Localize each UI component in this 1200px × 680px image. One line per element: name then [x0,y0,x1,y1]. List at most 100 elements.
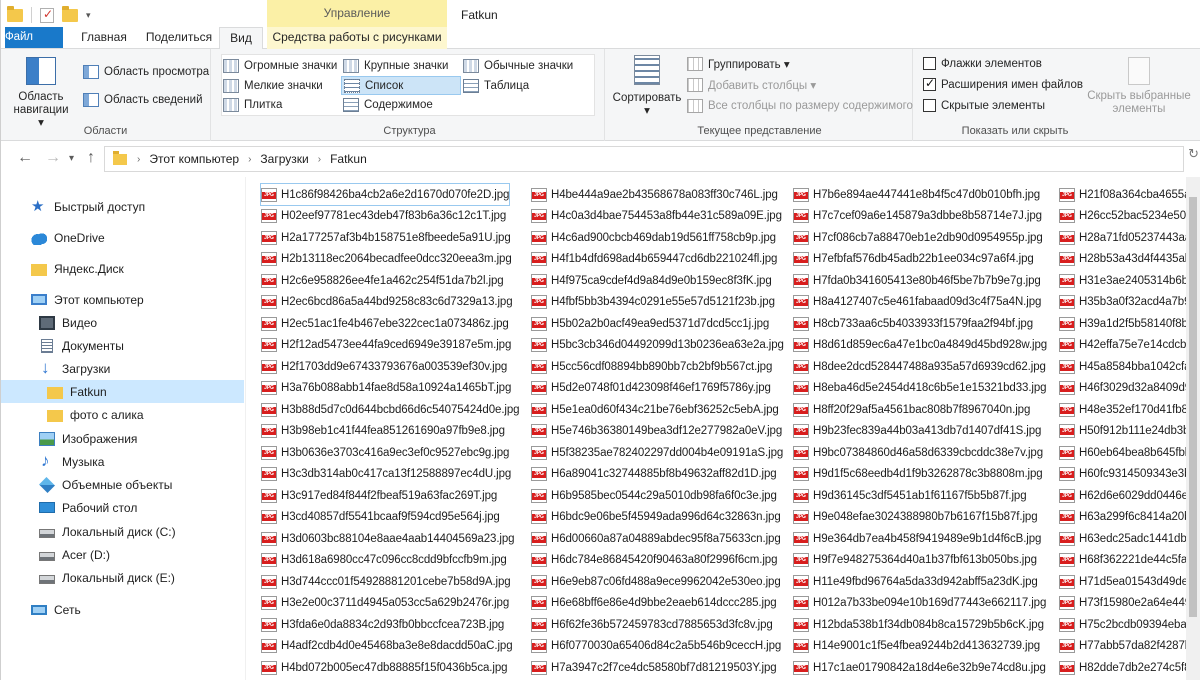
file-item[interactable]: H5cc56cdf08894bb890bb7cb2bf9b567ct.jpg [531,356,772,377]
file-item[interactable]: H6bdc9e06be5f45949ada996d64c32863n.jpg [531,507,781,528]
properties-icon[interactable] [40,7,54,23]
file-item[interactable]: H4be444a9ae2b43568678a083ff30c746L.jpg [531,184,778,205]
file-item[interactable]: H4adf2cdb4d0e45468ba3e8e8dacdd50aC.jpg [261,636,513,657]
add-columns-button[interactable]: Добавить столбцы ▾ [687,75,816,94]
file-item[interactable]: H39a1d2f5b58140f8ba3 [1059,313,1200,334]
file-item[interactable]: H9b23fec839a44b03a413db7d1407df41S.jpg [793,421,1041,442]
breadcrumb-downloads[interactable]: Загрузки [260,152,308,166]
file-item[interactable]: H63edc25adc1441db8el [1059,528,1200,549]
file-item[interactable]: H5d2e0748f01d423098f46ef1769f5786y.jpg [531,378,771,399]
customize-toolbar-icon[interactable]: ▾ [86,10,91,21]
sidebar-item-fatkun[interactable]: Fatkun [1,380,244,403]
file-item[interactable]: H5bc3cb346d04492099d13b0236ea63e2a.jpg [531,335,784,356]
file-item[interactable]: H3d744ccc01f54928881201cebe7b58d9A.jpg [261,571,511,592]
file-item[interactable]: H3cd40857df5541bcaaf9f594cd95e564j.jpg [261,507,500,528]
file-item[interactable]: H7a3947c2f7ce4dc58580bf7d81219503Y.jpg [531,657,777,678]
file-item[interactable]: H7c7cef09a6e145879a3dbbe8b58714e7J.jpg [793,206,1042,227]
file-item[interactable]: H8cb733aa6c5b4033933f1579faa2f94bf.jpg [793,313,1033,334]
tab-file[interactable]: Файл [5,27,63,48]
file-item[interactable]: H012a7b33be094e10b169d77443e662117.jpg [793,593,1046,614]
file-item[interactable]: H8dee2dcd528447488a935a57d6939cd62.jpg [793,356,1046,377]
sidebar-item-рабочий-стол[interactable]: Рабочий стол [1,496,244,519]
file-item[interactable]: H4fbf5bb3b4394c0291e55e57d5121f23b.jpg [531,292,775,313]
file-item[interactable]: H77abb57da82f4287b7e [1059,636,1200,657]
file-item[interactable]: H2f12ad5473ee44fa9ced6949e39187e5m.jpg [261,335,511,356]
file-item[interactable]: H7fda0b341605413e80b46f5be7b7b9e7g.jpg [793,270,1041,291]
file-item[interactable]: H5f38235ae782402297dd004b4e09191aS.jpg [531,442,783,463]
chevron-right-icon[interactable]: › [318,154,321,165]
file-item[interactable]: H3c917ed84f844f2fbeaf519a63fac269T.jpg [261,485,497,506]
file-item[interactable]: H9d1f5c68eedb4d1f9b3262878c3b8808m.jpg [793,464,1043,485]
file-item[interactable]: H02eef97781ec43deb47f83b6a36c12c1T.jpg [261,206,506,227]
file-item[interactable]: H71d5ea01543d49dea78 [1059,571,1200,592]
sidebar-item-этот-компьютер[interactable]: Этот компьютер [1,288,244,311]
hidden-items-toggle[interactable]: Скрытые элементы [923,96,1045,115]
file-item[interactable]: H60eb64bea8b645fbb8e [1059,442,1200,463]
file-item[interactable]: H17c1ae01790842a18d4e6e32b9e74cd8u.jpg [793,657,1046,678]
file-item[interactable]: H9e048efae3024388980b7b6167f15b87f.jpg [793,507,1038,528]
sidebar-item-фото-с-алика[interactable]: фото с алика [1,403,244,426]
file-item[interactable]: H3d618a6980cc47c096cc8cdd9bfccfb9m.jpg [261,550,507,571]
sidebar-item-яндекс-диск[interactable]: Яндекс.Диск [1,257,244,280]
file-item[interactable]: H82dde7db2e274c5f840 [1059,657,1200,678]
hidden-items-checkbox[interactable] [923,99,936,112]
file-item[interactable]: H3a76b088abb14fae8d58a10924a1465bT.jpg [261,378,511,399]
file-item[interactable]: H5e1ea0d60f434c21be76ebf36252c5ebA.jpg [531,399,779,420]
file-item[interactable]: H45a8584bba1042cfaaf [1059,356,1200,377]
layout-small-icons[interactable]: Мелкие значки [223,76,323,95]
chevron-right-icon[interactable]: › [248,154,251,165]
file-item[interactable]: H9d36145c3df5451ab1f61167f5b5b87f.jpg [793,485,1027,506]
file-item[interactable]: H5b02a2b0acf49ea9ed5371d7dcd5cc1j.jpg [531,313,769,334]
sidebar-item-видео[interactable]: Видео [1,311,244,334]
recent-locations-icon[interactable]: ▾ [69,153,74,164]
file-item[interactable]: H4bd072b005ec47db88885f15f0436b5ca.jpg [261,657,508,678]
sidebar-item-объемные-объекты[interactable]: Объемные объекты [1,473,244,496]
layout-large-icons[interactable]: Крупные значки [343,56,448,75]
file-item[interactable]: H2ec6bcd86a5a44bd9258c83c6d7329a13.jpg [261,292,513,313]
chevron-right-icon[interactable]: › [137,154,140,165]
file-item[interactable]: H9e364db7ea4b458f9419489e9b1d4f6cB.jpg [793,528,1041,549]
file-item[interactable]: H2c6e958826ee4fe1a462c254f51da7b2l.jpg [261,270,504,291]
file-item[interactable]: H26cc52bac5234e50acf [1059,206,1200,227]
file-item[interactable]: H8d61d859ec6a47e1bc0a4849d45bd928w.jpg [793,335,1047,356]
layout-content[interactable]: Содержимое [343,95,433,114]
file-item[interactable]: H46f3029d32a8409d9c1 [1059,378,1200,399]
sidebar-item-локальный-диск-c[interactable]: Локальный диск (C:) [1,520,244,543]
file-item[interactable]: H3c3db314ab0c417ca13f12588897ec4dU.jpg [261,464,511,485]
sidebar-item-onedrive[interactable]: OneDrive [1,226,244,249]
file-item[interactable]: H2a177257af3b4b158751e8fbeede5a91U.jpg [261,227,511,248]
file-item[interactable]: H3b88d5d7c0d644bcbd66d6c54075424d0e.jpg [261,399,520,420]
layout-extra-large-icons[interactable]: Огромные значки [223,56,337,75]
file-item[interactable]: H63a299f6c8414a20b37 [1059,507,1200,528]
sidebar-item-изображения[interactable]: Изображения [1,427,244,450]
file-item[interactable]: H6e68bff6e86e4d9bbe2eaeb614dccc285.jpg [531,593,777,614]
tab-picture-tools[interactable]: Средства работы с рисунками [267,27,447,49]
file-item[interactable]: H28a71fd05237443aac1 [1059,227,1200,248]
file-item[interactable]: H7cf086cb7a88470eb1e2db90d0954955p.jpg [793,227,1043,248]
file-item[interactable]: H2f1703dd9e67433793676a003539ef30v.jpg [261,356,507,377]
file-item[interactable]: H75c2bcdb09394eba9d [1059,614,1199,635]
size-all-columns-button[interactable]: Все столбцы по размеру содержимого [687,96,913,115]
file-item[interactable]: H4f1b4dfd698ad4b659447cd6db221024fl.jpg [531,249,777,270]
refresh-icon[interactable]: ↻ [1188,146,1199,162]
file-item[interactable]: H6d00660a87a04889abdec95f8a75633cn.jpg [531,528,781,549]
file-item[interactable]: H7b6e894ae447441e8b4f5c47d0b010bfh.jpg [793,184,1040,205]
file-item[interactable]: H8ff20f29af5a4561bac808b7f8967040n.jpg [793,399,1030,420]
file-item[interactable]: H73f15980e2a64e44991 [1059,593,1200,614]
file-item[interactable]: H1c86f98426ba4cb2a6e2d1670d070fe2D.jpg [259,183,511,206]
file-item[interactable]: H3e2e00c3711d4945a053cc5a629b2476r.jpg [261,593,509,614]
file-item[interactable]: H4c6ad900cbcb469dab19d561ff758cb9p.jpg [531,227,776,248]
file-item[interactable]: H42effa75e7e14cdcb31 [1059,335,1199,356]
tab-view[interactable]: Вид [219,27,263,50]
forward-arrow-icon[interactable]: → [45,149,61,167]
file-item[interactable]: H9f7e948275364d40a1b37fbf613b050bs.jpg [793,550,1037,571]
hide-selected-button[interactable]: Скрыть выбранные элементы [1083,57,1195,116]
file-item[interactable]: H6f0770030a65406d84c2a5b546b9ceccH.jpg [531,636,781,657]
file-item[interactable]: H11e49fbd96764a5da33d942abff5a23dK.jpg [793,571,1038,592]
file-item[interactable]: H3b98eb1c41f44fea851261690a97fb9e8.jpg [261,421,505,442]
navigation-pane-button[interactable]: Область навигации ▾ [9,57,73,130]
scrollbar-thumb[interactable] [1189,197,1197,617]
file-item[interactable]: H8a4127407c5e461fabaad09d3c4f75a4N.jpg [793,292,1041,313]
file-item[interactable]: H6dc784e86845420f90463a80f2996f6cm.jpg [531,550,778,571]
layout-details[interactable]: Таблица [463,76,529,95]
